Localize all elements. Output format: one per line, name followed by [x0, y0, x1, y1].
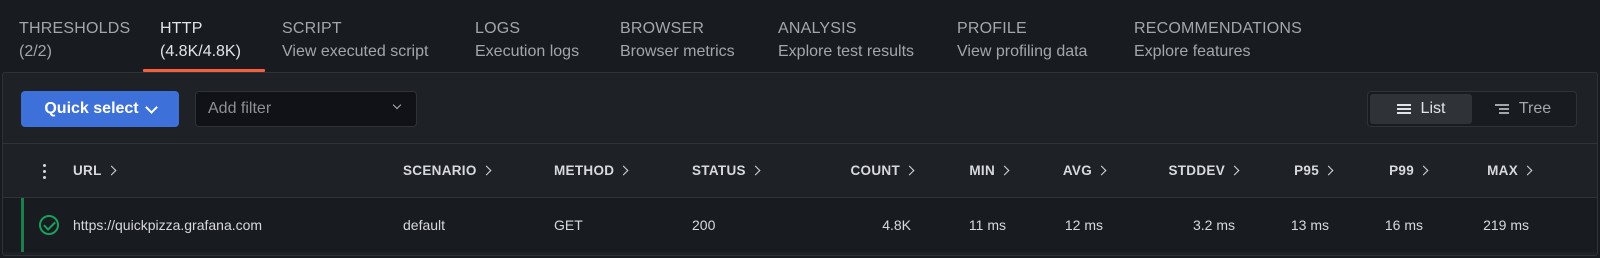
column-header-max[interactable]: MAX — [1443, 143, 1533, 197]
tab-label: HTTP — [160, 20, 203, 37]
row-status-bar — [21, 198, 24, 252]
view-toggle: List Tree — [1367, 91, 1577, 127]
tab-sublabel: Execution logs — [475, 43, 580, 60]
cell-avg: 12 ms — [1064, 217, 1103, 233]
column-header-avg[interactable]: AVG — [1018, 143, 1107, 197]
chevron-right-icon — [750, 165, 761, 175]
cell-max: 219 ms — [1483, 217, 1529, 233]
chevron-right-icon — [481, 165, 492, 175]
column-header-min[interactable]: MIN — [923, 143, 1010, 197]
column-label: MIN — [969, 162, 995, 178]
chevron-right-icon — [618, 165, 629, 175]
view-list-button[interactable]: List — [1370, 94, 1472, 124]
tab-sublabel: (2/2) — [19, 43, 52, 60]
tab-browser[interactable]: BROWSER Browser metrics — [620, 18, 735, 72]
column-label: MAX — [1487, 162, 1518, 178]
filter-placeholder: Add filter — [208, 100, 272, 117]
column-label: AVG — [1062, 162, 1092, 178]
list-icon — [1396, 103, 1411, 115]
column-label: URL — [73, 162, 102, 178]
quick-select-button[interactable]: Quick select — [21, 91, 179, 127]
tab-logs[interactable]: LOGS Execution logs — [475, 18, 579, 72]
chevron-right-icon — [1096, 165, 1107, 175]
column-options-icon[interactable] — [41, 163, 47, 179]
cell-scenario: default — [403, 217, 446, 233]
check-circle-icon — [39, 215, 59, 235]
table-row[interactable]: https://quickpizza.grafana.com default G… — [3, 198, 1597, 252]
quick-select-label: Quick select — [44, 100, 139, 117]
chevron-right-icon — [1418, 165, 1429, 175]
http-panel: Quick select Add filter List Tree URL SC… — [2, 72, 1598, 256]
tab-label: BROWSER — [620, 20, 705, 37]
tab-analysis[interactable]: ANALYSIS Explore test results — [778, 18, 914, 72]
cell-p95: 13 ms — [1290, 217, 1329, 233]
tab-sublabel: Explore features — [1134, 43, 1251, 60]
column-label: P99 — [1389, 162, 1414, 178]
chevron-right-icon — [999, 165, 1010, 175]
column-label: STATUS — [692, 162, 746, 178]
column-header-method[interactable]: METHOD — [554, 143, 629, 197]
column-header-url[interactable]: URL — [73, 143, 117, 197]
chevron-down-icon — [144, 100, 158, 114]
cell-p99: 16 ms — [1384, 217, 1423, 233]
cell-url: https://quickpizza.grafana.com — [73, 217, 263, 233]
tab-label: ANALYSIS — [778, 20, 857, 37]
results-tabs: THRESHOLDS (2/2) HTTP (4.8K/4.8K) SCRIPT… — [0, 0, 1600, 72]
view-list-label: List — [1420, 100, 1446, 117]
chevron-down-icon — [392, 100, 402, 110]
tab-sublabel: (4.8K/4.8K) — [160, 43, 241, 60]
view-tree-label: Tree — [1518, 100, 1552, 117]
view-tree-button[interactable]: Tree — [1472, 94, 1574, 124]
cell-min: 11 ms — [968, 217, 1006, 233]
tab-recommendations[interactable]: RECOMMENDATIONS Explore features — [1134, 18, 1302, 72]
column-header-status[interactable]: STATUS — [692, 143, 761, 197]
column-header-p95[interactable]: P95 — [1253, 143, 1334, 197]
column-label: SCENARIO — [403, 162, 477, 178]
tab-label: PROFILE — [957, 20, 1027, 37]
tab-sublabel: Explore test results — [778, 43, 915, 60]
tab-sublabel: View profiling data — [957, 43, 1088, 60]
cell-method: GET — [554, 217, 583, 233]
chevron-right-icon — [904, 165, 915, 175]
tab-thresholds[interactable]: THRESHOLDS (2/2) — [19, 18, 130, 72]
column-label: P95 — [1294, 162, 1319, 178]
column-label: METHOD — [554, 162, 615, 178]
tab-label: RECOMMENDATIONS — [1134, 20, 1303, 37]
add-filter-select[interactable]: Add filter — [195, 91, 417, 127]
tab-sublabel: View executed script — [282, 43, 429, 60]
column-header-p99[interactable]: P99 — [1343, 143, 1429, 197]
chevron-right-icon — [1323, 165, 1334, 175]
chevron-right-icon — [106, 165, 117, 175]
tab-profile[interactable]: PROFILE View profiling data — [957, 18, 1087, 72]
cell-status: 200 — [692, 217, 716, 233]
tab-label: SCRIPT — [282, 20, 342, 37]
tab-script[interactable]: SCRIPT View executed script — [282, 18, 428, 72]
column-header-count[interactable]: COUNT — [803, 143, 915, 197]
column-header-stddev[interactable]: STDDEV — [1123, 143, 1240, 197]
tab-sublabel: Browser metrics — [620, 43, 735, 60]
cell-stddev: 3.2 ms — [1192, 217, 1235, 233]
tab-label: THRESHOLDS — [19, 20, 131, 37]
tree-icon — [1494, 103, 1509, 115]
tab-label: LOGS — [475, 20, 521, 37]
chevron-right-icon — [1522, 165, 1533, 175]
chevron-right-icon — [1229, 165, 1240, 175]
column-header-scenario[interactable]: SCENARIO — [403, 143, 492, 197]
cell-count: 4.8K — [882, 217, 911, 233]
column-label: STDDEV — [1168, 162, 1225, 178]
table-header: URL SCENARIO METHOD STATUS COUNT MIN AVG… — [3, 143, 1597, 197]
tab-http[interactable]: HTTP (4.8K/4.8K) — [160, 18, 241, 72]
column-label: COUNT — [850, 162, 900, 178]
